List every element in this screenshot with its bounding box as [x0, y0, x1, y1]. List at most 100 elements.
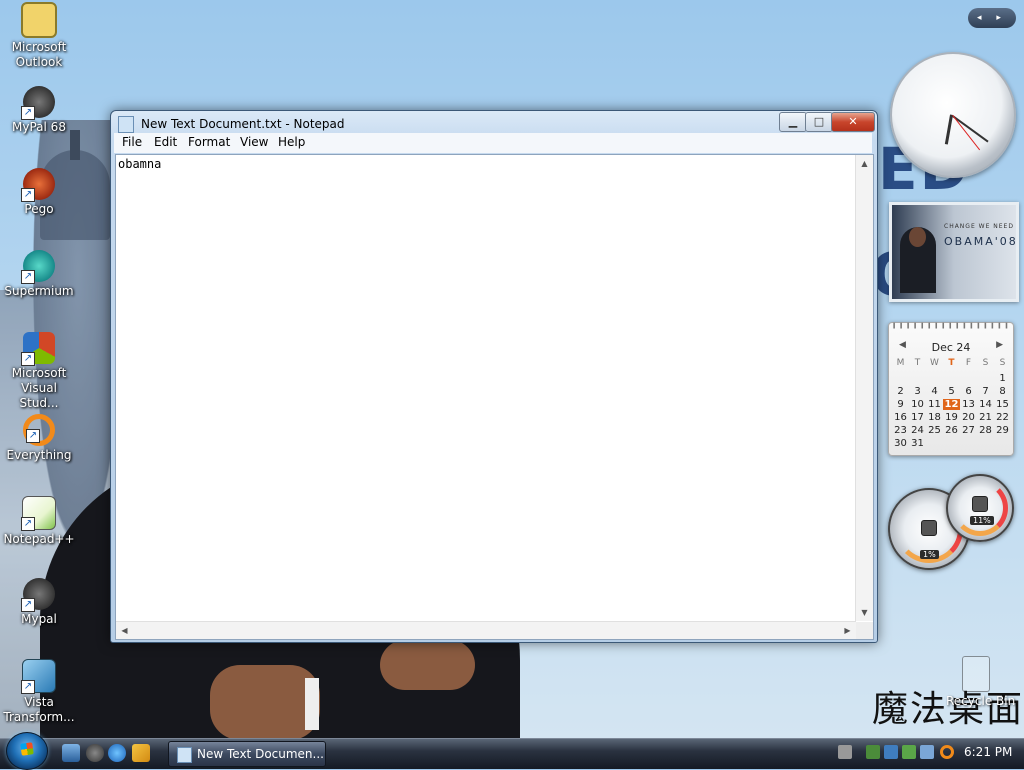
calendar-day[interactable]: 4 — [926, 386, 943, 397]
close-button[interactable]: ✕ — [831, 112, 875, 132]
calendar-day[interactable]: 8 — [994, 386, 1011, 397]
editor-content[interactable]: obamna — [118, 157, 161, 171]
show-desktop-icon[interactable] — [62, 744, 80, 762]
menu-view[interactable]: View — [240, 135, 268, 149]
desktop-icon-label: Supermium — [4, 284, 74, 298]
calendar-day[interactable]: 19 — [943, 412, 960, 423]
vertical-scrollbar[interactable]: ▲ ▼ — [855, 155, 873, 621]
calendar-gadget[interactable]: ╻╻╻╻╻╻╻╻╻╻╻╻╻╻╻╻╻╻╻╻╻ ◀ Dec 24 ▶ MTWTFSS… — [888, 319, 1014, 456]
calendar-day[interactable]: 6 — [960, 386, 977, 397]
desktop-icon-notepadpp[interactable]: ↗ Notepad++ — [1, 496, 77, 547]
tray-everything-icon[interactable] — [940, 745, 954, 759]
photo-name: OBAMA'08 — [944, 235, 1018, 248]
shortcut-arrow-icon: ↗ — [21, 106, 35, 120]
calendar-weekday: S — [999, 358, 1006, 368]
menu-file[interactable]: File — [122, 135, 142, 149]
calendar-day[interactable]: 11 — [926, 399, 943, 410]
pego-icon: ↗ — [21, 168, 55, 202]
vista-transform-icon: ↗ — [21, 659, 56, 694]
text-editor[interactable]: obamna ▲ ▼ ◀ ▶ — [115, 154, 874, 640]
sidebar-nav[interactable]: ◂ ▸ — [968, 8, 1016, 28]
menu-help[interactable]: Help — [278, 135, 305, 149]
calendar-day[interactable]: 16 — [892, 412, 909, 423]
desktop-icon-label: Everything — [6, 448, 72, 462]
desktop-icon-pego[interactable]: ↗ Pego — [1, 168, 77, 217]
calendar-day[interactable]: 29 — [994, 425, 1011, 436]
taskbar-clock[interactable]: 6:21 PM — [964, 745, 1012, 759]
notepad-window[interactable]: New Text Document.txt - Notepad ▁ □ ✕ Fi… — [110, 110, 878, 643]
calendar-day[interactable]: 7 — [977, 386, 994, 397]
memory-meter-value: 11% — [970, 516, 994, 525]
shortcut-arrow-icon: ↗ — [21, 680, 35, 694]
calendar-day[interactable]: 18 — [926, 412, 943, 423]
maximize-button[interactable]: □ — [805, 112, 833, 132]
tray-keyboard-icon[interactable] — [838, 745, 852, 759]
shortcut-arrow-icon: ↗ — [21, 352, 35, 366]
calendar-day[interactable]: 20 — [960, 412, 977, 423]
desktop-icon-supermium[interactable]: ↗ Supermium — [1, 250, 77, 299]
desktop-icon-label: MyPal 68 — [12, 120, 66, 134]
calendar-day[interactable]: 12 — [943, 399, 960, 410]
desktop-icon-label: Notepad++ — [3, 532, 75, 546]
calendar-day[interactable]: 1 — [994, 373, 1011, 384]
shortcut-arrow-icon: ↗ — [21, 598, 35, 612]
calendar-day[interactable]: 17 — [909, 412, 926, 423]
calendar-day[interactable]: 13 — [960, 399, 977, 410]
calendar-day[interactable]: 2 — [892, 386, 909, 397]
internet-explorer-icon[interactable] — [108, 744, 126, 762]
scroll-up-icon[interactable]: ▲ — [856, 155, 873, 172]
taskbar-button-label: New Text Documen... — [197, 747, 324, 761]
tray-volume-icon[interactable] — [920, 745, 934, 759]
calendar-day[interactable]: 28 — [977, 425, 994, 436]
tray-app-icon[interactable] — [902, 745, 916, 759]
supermium-icon: ↗ — [21, 250, 55, 284]
desktop-icon-mypal[interactable]: ↗ Mypal — [1, 578, 77, 627]
media-player-icon[interactable] — [132, 744, 150, 762]
calendar-day[interactable]: 27 — [960, 425, 977, 436]
title-bar[interactable]: New Text Document.txt - Notepad ▁ □ ✕ — [111, 111, 877, 135]
scroll-down-icon[interactable]: ▼ — [856, 604, 873, 621]
desktop-icon-everything[interactable]: ↗ Everything — [1, 414, 77, 463]
cpu-meter-value: 1% — [920, 550, 939, 559]
calendar-day[interactable]: 21 — [977, 412, 994, 423]
calendar-day[interactable]: 23 — [892, 425, 909, 436]
calendar-day[interactable]: 26 — [943, 425, 960, 436]
everything-search-icon: ↗ — [23, 414, 55, 446]
calendar-day[interactable]: 14 — [977, 399, 994, 410]
horizontal-scrollbar[interactable]: ◀ ▶ — [116, 621, 856, 639]
tray-safely-remove-icon[interactable] — [884, 745, 898, 759]
desktop-icon-label: Mypal — [21, 612, 57, 626]
calendar-day[interactable]: 30 — [892, 438, 909, 449]
scroll-right-icon[interactable]: ▶ — [839, 622, 856, 639]
slideshow-gadget[interactable]: CHANGE WE NEED OBAMA'08 — [889, 202, 1019, 302]
tray-network-icon[interactable] — [866, 745, 880, 759]
desktop-icon-visual-studio[interactable]: ↗ Microsoft Visual Stud... — [1, 332, 77, 411]
mypal-quicklaunch-icon[interactable] — [86, 744, 104, 762]
calendar-day[interactable]: 24 — [909, 425, 926, 436]
desktop-icon-mypal68[interactable]: ↗ MyPal 68 — [1, 86, 77, 135]
minimize-button[interactable]: ▁ — [779, 112, 807, 132]
calendar-day[interactable]: 22 — [994, 412, 1011, 423]
desktop-icon-vista-transform[interactable]: ↗ Vista Transform... — [1, 659, 77, 725]
calendar-next-icon[interactable]: ▶ — [996, 340, 1003, 350]
calendar-weekday: F — [965, 358, 972, 368]
resize-grip-icon[interactable] — [856, 622, 873, 639]
calendar-day[interactable]: 10 — [909, 399, 926, 410]
taskbar-notepad-button[interactable]: New Text Documen... — [168, 741, 326, 767]
calendar-weekday: T — [914, 358, 921, 368]
calendar-day[interactable]: 3 — [909, 386, 926, 397]
scroll-left-icon[interactable]: ◀ — [116, 622, 133, 639]
calendar-day[interactable]: 31 — [909, 438, 926, 449]
calendar-day[interactable]: 5 — [943, 386, 960, 397]
menu-format[interactable]: Format — [188, 135, 230, 149]
calendar-day[interactable]: 25 — [926, 425, 943, 436]
start-button[interactable] — [6, 732, 48, 770]
wallpaper-arm — [210, 665, 320, 740]
recycle-bin-label[interactable]: Recycle Bin — [946, 694, 1015, 708]
calendar-day[interactable]: 15 — [994, 399, 1011, 410]
desktop-icon-outlook[interactable]: Microsoft Outlook — [1, 2, 77, 70]
windows-logo-icon — [20, 742, 34, 756]
photo-slogan: CHANGE WE NEED — [944, 223, 1014, 230]
menu-edit[interactable]: Edit — [154, 135, 177, 149]
calendar-day[interactable]: 9 — [892, 399, 909, 410]
